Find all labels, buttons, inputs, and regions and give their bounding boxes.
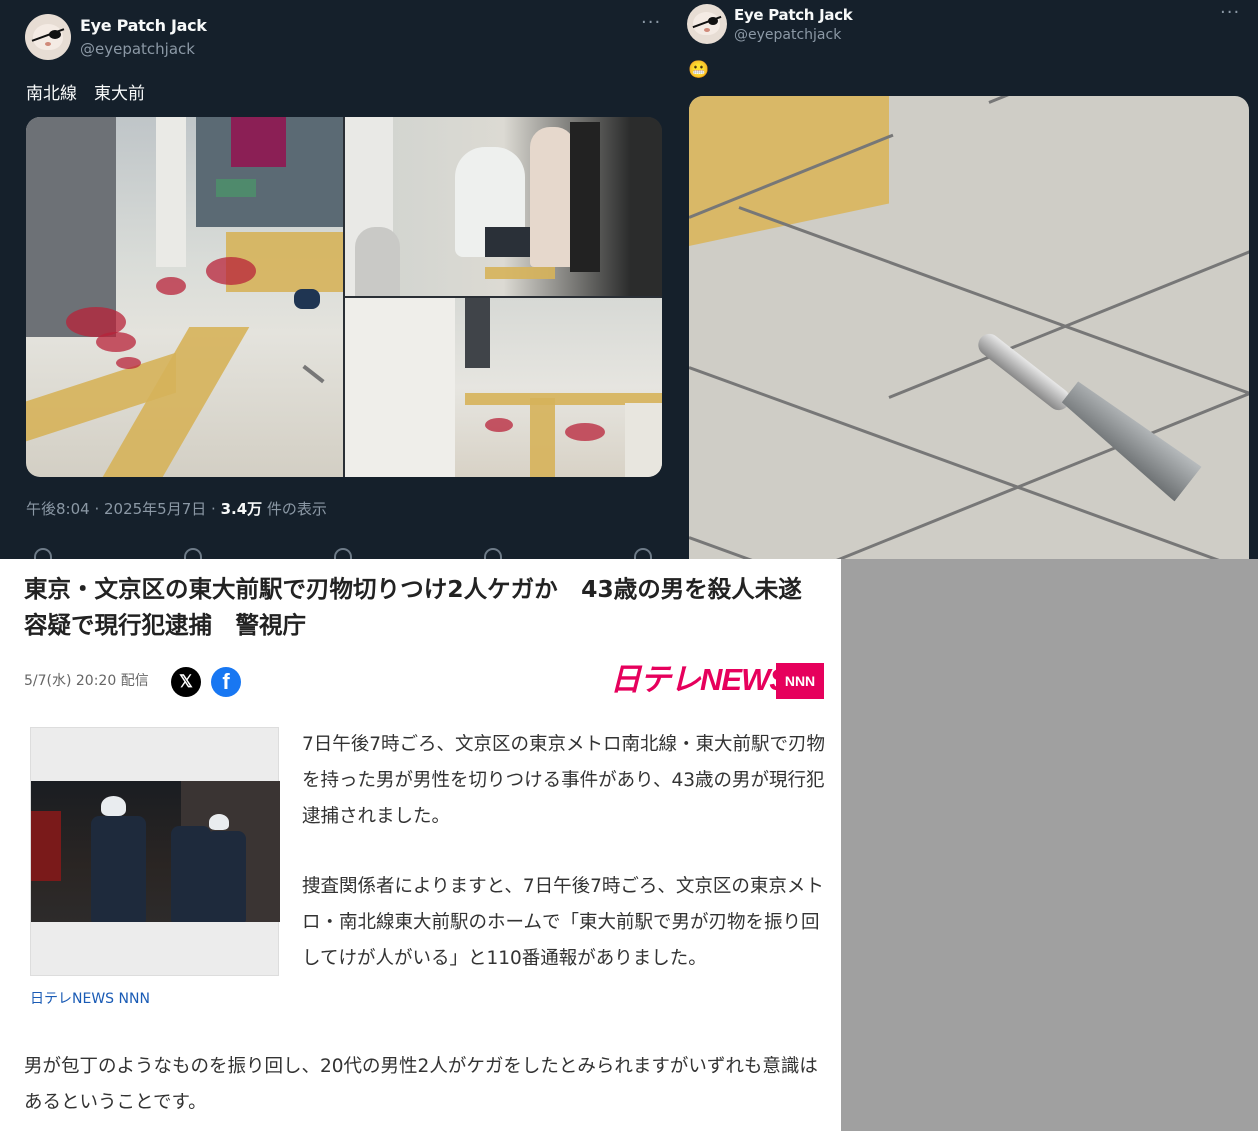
tweet-text: 😬: [688, 60, 710, 80]
tweet-text: 南北線 東大前: [26, 84, 145, 104]
image-caption[interactable]: 日テレNEWS NNN: [30, 988, 150, 1008]
tweet-card-2[interactable]: Eye Patch Jack @eyepatchjack ··· 😬: [680, 0, 1258, 559]
nnn-logo-badge: NNN: [776, 663, 824, 699]
share-icon[interactable]: [634, 548, 652, 559]
police-officers-photo[interactable]: [31, 781, 280, 922]
views-icon[interactable]: [484, 548, 502, 559]
reply-icon[interactable]: [34, 548, 52, 559]
avatar[interactable]: [25, 14, 71, 60]
user-handle[interactable]: @eyepatchjack: [80, 40, 195, 58]
facebook-share-icon[interactable]: f: [211, 667, 241, 697]
more-options-icon[interactable]: ···: [641, 12, 661, 33]
photo-grid: [26, 117, 662, 477]
display-name[interactable]: Eye Patch Jack: [80, 16, 207, 35]
avatar[interactable]: [687, 4, 727, 44]
view-count: 3.4万: [220, 500, 263, 518]
article-figure[interactable]: [30, 727, 280, 976]
article-paragraph-1: 7日午後7時ごろ、文京区の東京メトロ南北線・東大前駅で刃物を持った男が男性を切り…: [302, 734, 826, 827]
article-headline: 東京・文京区の東大前駅で刃物切りつけ2人ケガか 43歳の男を殺人未遂容疑で現行犯…: [24, 575, 802, 639]
article-paragraph-3: 男が包丁のようなものを振り回し、20代の男性2人がケガをしたとみられますがいずれ…: [24, 1056, 818, 1113]
tweet-meta: 午後8:04 · 2025年5月7日 · 3.4万 件の表示: [26, 498, 327, 519]
user-handle[interactable]: @eyepatchjack: [734, 27, 841, 43]
article-paragraph-2: 捜査関係者によりますと、7日午後7時ごろ、文京区の東京メトロ・南北線東大前駅のホ…: [302, 876, 824, 969]
x-share-icon[interactable]: 𝕏: [171, 667, 201, 697]
more-options-icon[interactable]: ···: [1220, 2, 1240, 23]
like-icon[interactable]: [334, 548, 352, 559]
platform-floor-photo[interactable]: [345, 298, 662, 477]
tweet-actions: [26, 548, 666, 559]
people-kneeling-photo[interactable]: [345, 117, 662, 296]
tweet-timestamp[interactable]: 午後8:04 · 2025年5月7日 ·: [26, 500, 221, 518]
display-name[interactable]: Eye Patch Jack: [734, 6, 853, 24]
view-label: 件の表示: [262, 500, 327, 518]
tweet-card-1[interactable]: Eye Patch Jack @eyepatchjack ··· 南北線 東大前: [0, 0, 680, 559]
ntv-news-logo[interactable]: 日テレNEWS: [610, 660, 790, 700]
retweet-icon[interactable]: [184, 548, 202, 559]
station-platform-blood-photo[interactable]: [26, 117, 343, 477]
knife-on-floor-photo[interactable]: [689, 96, 1249, 559]
news-article: 東京・文京区の東大前駅で刃物切りつけ2人ケガか 43歳の男を殺人未遂容疑で現行犯…: [0, 559, 841, 1131]
publish-date: 5/7(水) 20:20 配信: [24, 673, 149, 689]
